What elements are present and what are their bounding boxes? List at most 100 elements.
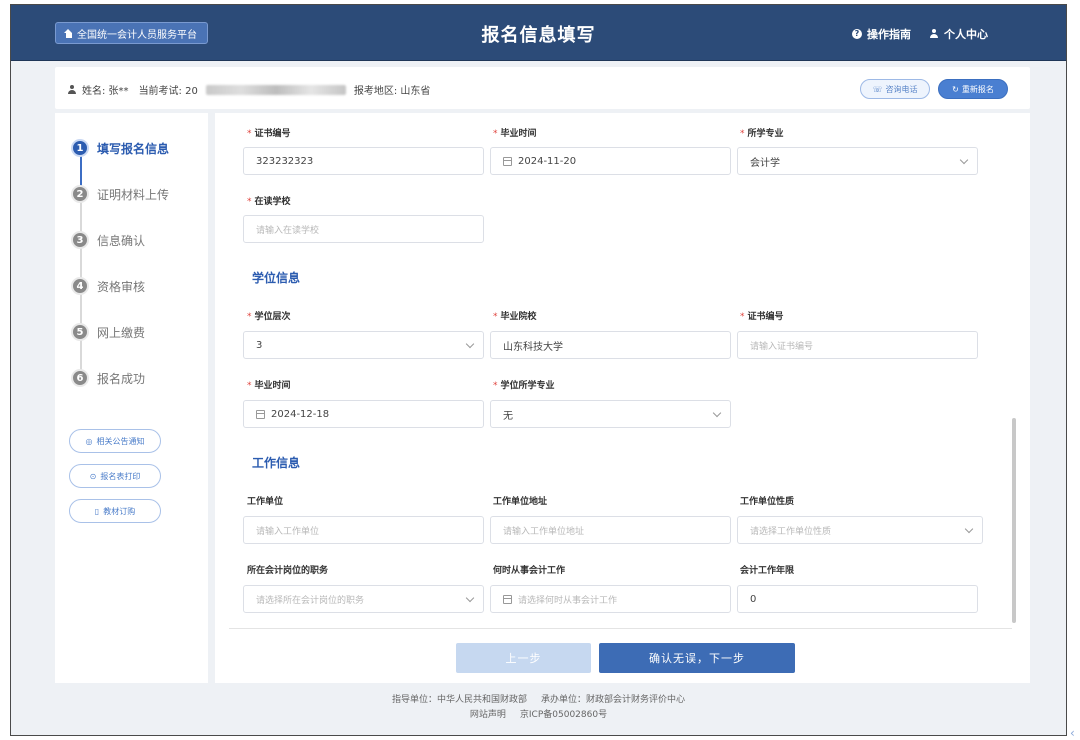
work-address-label: 工作单位地址 (493, 497, 548, 507)
degree-grad-time-label: * 毕业时间 (247, 381, 291, 391)
degree-cert-label: * 证书编号 (740, 312, 784, 322)
notice-icon: ◎ (85, 436, 93, 446)
step-confirm-info[interactable]: 3 信息确认 (71, 231, 145, 249)
work-nature-select[interactable]: 请选择工作单位性质 (737, 516, 983, 544)
guide-unit: 指导单位：中华人民共和国财政部 (391, 695, 527, 705)
grad-time-label: * 毕业时间 (493, 129, 537, 139)
chevron-down-icon (712, 408, 722, 418)
position-label: 所在会计岗位的职务 (247, 566, 329, 576)
chevron-left-icon[interactable]: ‹ (1070, 726, 1075, 740)
app-window: 全国统一会计人员服务平台 报名信息填写 ? 操作指南 个人中心 姓名: 张** … (10, 4, 1067, 736)
print-icon: ⊙ (89, 471, 97, 481)
top-links: ? 操作指南 个人中心 (852, 26, 988, 42)
redacted-exam-name (205, 84, 346, 95)
previous-step-button[interactable]: 上一步 (456, 643, 591, 673)
chevron-down-icon (959, 155, 969, 165)
step-online-payment[interactable]: 5 网上缴费 (71, 323, 145, 341)
re-register-label: 重新报名 (961, 84, 994, 94)
print-form-button[interactable]: ⊙ 报名表打印 (69, 464, 161, 488)
divider (229, 628, 1012, 629)
step-number: 3 (71, 231, 89, 249)
step-label: 证明材料上传 (97, 187, 170, 202)
grad-time-picker[interactable]: 2024-11-20 (490, 147, 731, 175)
work-years-label: 会计工作年限 (740, 566, 795, 576)
work-nature-label: 工作单位性质 (740, 497, 795, 507)
confirm-next-button[interactable]: 确认无误，下一步 (599, 643, 795, 673)
major-select[interactable]: 会计学 (737, 147, 978, 175)
operation-guide-label: 操作指南 (867, 28, 911, 41)
school-input[interactable]: 请输入在读学校 (243, 215, 484, 243)
calendar-icon (256, 409, 265, 419)
degree-level-label: * 学位层次 (247, 312, 291, 322)
order-textbook-label: 教材订购 (103, 506, 136, 516)
degree-level-select[interactable]: 3 (243, 331, 484, 359)
consult-phone-button[interactable]: ☏ 咨询电话 (860, 79, 930, 99)
cert-no-input[interactable]: 323232323 (243, 147, 484, 175)
person-icon (67, 85, 76, 94)
step-label: 报名成功 (97, 371, 146, 386)
print-form-label: 报名表打印 (100, 471, 141, 481)
step-number: 6 (71, 369, 89, 387)
chevron-down-icon (465, 339, 475, 349)
grad-school-input[interactable]: 山东科技大学 (490, 331, 731, 359)
degree-major-select[interactable]: 无 (490, 400, 731, 428)
step-number: 2 (71, 185, 89, 203)
registration-form: * 证书编号 323232323 * 毕业时间 2024-11-20 * 所学专业 会… (215, 113, 1030, 683)
work-years-input[interactable]: 0 (737, 585, 978, 613)
step-sidebar: 1 填写报名信息 2 证明材料上传 3 信息确认 4 资格审核 5 网上缴费 6… (55, 113, 208, 683)
work-start-picker[interactable]: 请选择何时从事会计工作 (490, 585, 731, 613)
step-number: 4 (71, 277, 89, 295)
step-label: 信息确认 (97, 233, 146, 248)
host-unit: 承办单位：财政部会计财务评价中心 (541, 695, 686, 705)
user-icon (929, 29, 939, 39)
order-textbook-button[interactable]: ▯ 教材订购 (69, 499, 161, 523)
announcements-button[interactable]: ◎ 相关公告通知 (69, 429, 161, 453)
icp-number[interactable]: 京ICP备05002860号 (520, 708, 607, 723)
work-start-label: 何时从事会计工作 (493, 566, 566, 576)
school-label: * 在读学校 (247, 197, 291, 207)
step-registration-success[interactable]: 6 报名成功 (71, 369, 145, 387)
degree-section-title: 学位信息 (252, 271, 301, 285)
degree-cert-input[interactable]: 请输入证书编号 (737, 331, 978, 359)
candidate-info: 姓名: 张** 当前考试: 20 报考地区: 山东省 (67, 82, 430, 97)
candidate-name: 姓名: 张** (82, 86, 129, 97)
re-register-button[interactable]: ↻ 重新报名 (938, 79, 1008, 99)
step-upload-proof[interactable]: 2 证明材料上传 (71, 185, 169, 203)
book-icon: ▯ (94, 506, 100, 516)
chevron-down-icon (964, 524, 974, 534)
announcements-label: 相关公告通知 (96, 436, 145, 446)
degree-major-label: * 学位所学专业 (493, 381, 555, 391)
calendar-icon (503, 594, 512, 604)
position-select[interactable]: 请选择所在会计岗位的职务 (243, 585, 484, 613)
major-label: * 所学专业 (740, 129, 784, 139)
scrollbar-thumb[interactable] (1012, 418, 1016, 623)
top-navbar: 全国统一会计人员服务平台 报名信息填写 ? 操作指南 个人中心 (11, 5, 1066, 61)
work-address-input[interactable]: 请输入工作单位地址 (490, 516, 731, 544)
page-footer: 指导单位：中华人民共和国财政部 承办单位：财政部会计财务评价中心 网站声明 京I… (11, 693, 1066, 723)
phone-icon: ☏ (872, 84, 883, 94)
work-unit-label: 工作单位 (247, 497, 284, 507)
cert-no-label: * 证书编号 (247, 129, 291, 139)
step-qualification-review[interactable]: 4 资格审核 (71, 277, 145, 295)
calendar-icon (503, 156, 512, 166)
consult-phone-label: 咨询电话 (885, 84, 918, 94)
help-icon: ? (852, 29, 862, 39)
site-statement-link[interactable]: 网站声明 (470, 708, 506, 723)
step-label: 填写报名信息 (97, 141, 170, 156)
step-number: 1 (71, 139, 89, 157)
grad-school-label: * 毕业院校 (493, 312, 537, 322)
step-number: 5 (71, 323, 89, 341)
current-exam: 当前考试: 20 (138, 86, 198, 97)
work-section-title: 工作信息 (252, 456, 301, 470)
candidate-info-bar: 姓名: 张** 当前考试: 20 报考地区: 山东省 ☏ 咨询电话 ↻ 重新报名 (55, 67, 1030, 109)
chevron-down-icon (465, 593, 475, 603)
operation-guide-link[interactable]: ? 操作指南 (852, 26, 911, 42)
step-label: 资格审核 (97, 279, 146, 294)
refresh-icon: ↻ (952, 84, 959, 94)
user-center-link[interactable]: 个人中心 (929, 26, 988, 42)
form-scrollbar[interactable] (1012, 113, 1018, 628)
degree-grad-time-picker[interactable]: 2024-12-18 (243, 400, 484, 428)
exam-region: 报考地区: 山东省 (353, 86, 431, 97)
step-fill-info[interactable]: 1 填写报名信息 (71, 139, 169, 157)
work-unit-input[interactable]: 请输入工作单位 (243, 516, 484, 544)
